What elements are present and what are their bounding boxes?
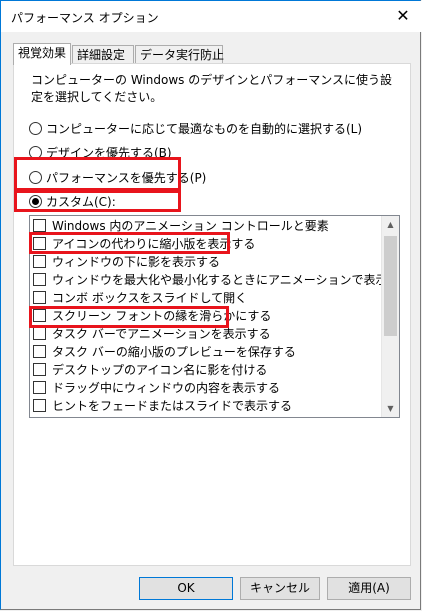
list-item-label: ウィンドウの下に影を表示する [52,255,221,269]
apply-button[interactable]: 適用(A) [327,577,411,600]
list-item-label: タスク バーの縮小版のプレビューを保存する [52,345,296,359]
checkbox-icon[interactable] [33,345,46,358]
scroll-thumb[interactable] [384,236,397,336]
list-item-label: デスクトップのアイコン名に影を付ける [52,363,268,377]
description-text: コンピューターの Windows のデザインとパフォーマンスに使う設定を選択して… [31,73,392,104]
checkbox-icon[interactable] [33,219,46,232]
title-bar: パフォーマンス オプション ✕ [1,1,422,32]
list-item[interactable]: ウィンドウを最大化や最小化するときにアニメーションで表示する [33,271,400,289]
list-item[interactable]: ドラッグ中にウィンドウの内容を表示する [33,379,280,397]
list-item-label: ウィンドウを最大化や最小化するときにアニメーションで表示する [52,273,400,287]
list-item-label: Windows 内のアニメーション コントロールと要素 [52,219,329,233]
window-title: パフォーマンス オプション [11,11,159,25]
highlight-box-thumbnails [29,232,230,254]
checkbox-icon[interactable] [33,255,46,268]
list-item-label: タスク バーでアニメーションを表示する [52,327,271,341]
list-item-label: コンボ ボックスをスライドして開く [52,291,248,305]
scroll-up-arrow-icon[interactable]: ▲ [382,216,399,233]
highlight-box-font-smoothing [29,306,229,328]
tab-visual-effects[interactable]: 視覚効果 [13,43,71,65]
list-item[interactable]: デスクトップのアイコン名に影を付ける [33,361,267,379]
checkbox-icon[interactable] [33,399,46,412]
list-item[interactable]: コンボ ボックスをスライドして開く [33,289,247,307]
ok-button[interactable]: OK [139,577,233,600]
highlight-box-performance [14,157,181,191]
checkbox-icon[interactable] [33,327,46,340]
cancel-button[interactable]: キャンセル [240,577,320,600]
list-item-label: ヒントをフェードまたはスライドで表示する [52,399,293,413]
tab-advanced[interactable]: 詳細設定 [72,45,134,64]
tab-dep[interactable]: データ実行防止 [135,45,224,64]
list-item[interactable]: タスク バーの縮小版のプレビューを保存する [33,343,296,361]
scroll-down-arrow-icon[interactable]: ▼ [382,400,399,417]
highlight-box-custom [14,190,181,212]
performance-options-window: パフォーマンス オプション ✕ 視覚効果 詳細設定 データ実行防止 コンピュータ… [0,0,422,610]
checkbox-icon[interactable] [33,363,46,376]
list-item[interactable]: ウィンドウの下に影を表示する [33,253,220,271]
checkbox-icon[interactable] [33,291,46,304]
checkbox-icon[interactable] [33,381,46,394]
radio-icon[interactable] [29,122,42,135]
close-icon[interactable]: ✕ [390,4,416,28]
list-scrollbar[interactable]: ▲ ▼ [381,216,399,417]
radio-label: コンピューターに応じて最適なものを自動的に選択する(L) [46,122,363,136]
radio-auto[interactable]: コンピューターに応じて最適なものを自動的に選択する(L) [29,120,362,138]
list-item-label: ドラッグ中にウィンドウの内容を表示する [52,381,281,395]
list-item[interactable]: ヒントをフェードまたはスライドで表示する [33,397,292,415]
checkbox-icon[interactable] [33,273,46,286]
